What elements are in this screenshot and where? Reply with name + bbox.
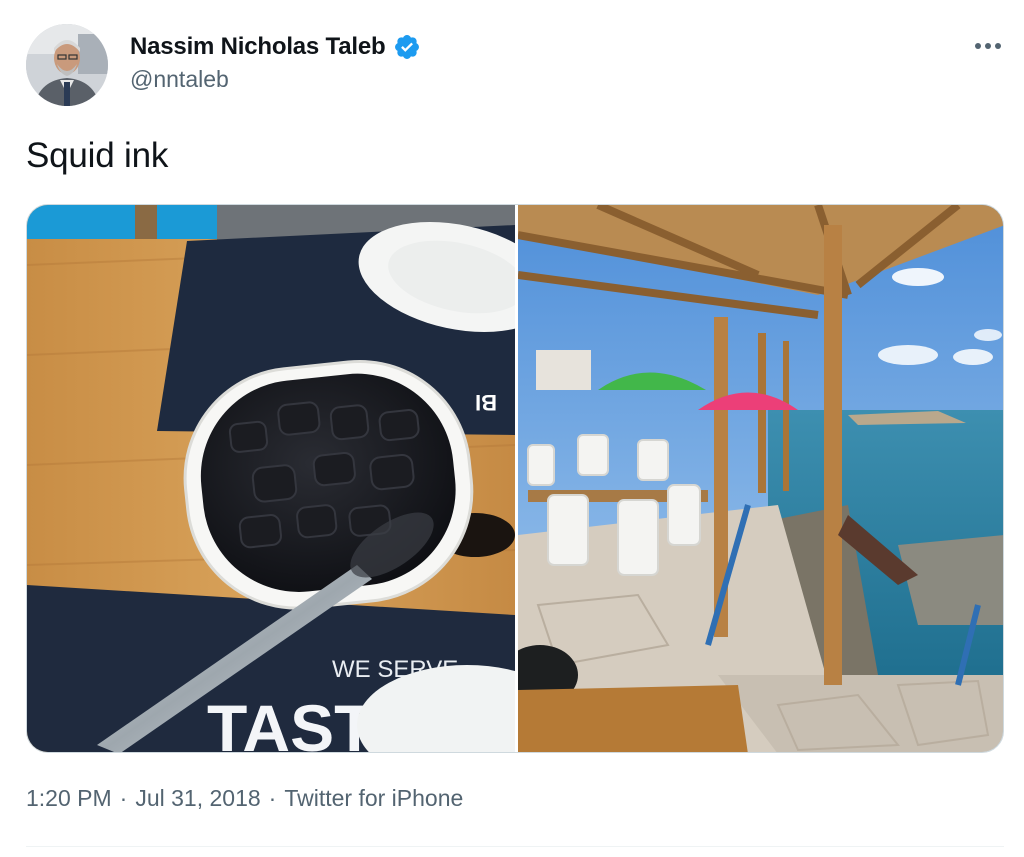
meta-separator: · (268, 785, 277, 811)
avatar[interactable] (26, 24, 108, 106)
photo-squid-ink-dish[interactable]: BI WE SERVE TASTY (27, 205, 515, 752)
tweet-date[interactable]: Jul 31, 2018 (135, 785, 260, 812)
author-handle[interactable]: @nntaleb (130, 66, 421, 93)
verified-badge-icon (393, 33, 421, 61)
tweet-meta: 1:20 PM · Jul 31, 2018 · Twitter for iPh… (26, 785, 463, 812)
tweet-time[interactable]: 1:20 PM (26, 785, 112, 812)
tweet-source[interactable]: Twitter for iPhone (284, 785, 463, 812)
tweet: Nassim Nicholas Taleb @nntaleb Squid ink (0, 0, 1024, 857)
more-dots-icon (975, 43, 1001, 49)
author-block: Nassim Nicholas Taleb @nntaleb (130, 30, 421, 93)
placemat-mirror-text: BI (475, 390, 497, 415)
meta-separator: · (119, 785, 128, 811)
more-options-button[interactable] (962, 26, 1014, 66)
name-row: Nassim Nicholas Taleb (130, 30, 421, 64)
avatar-image (26, 24, 108, 106)
photo-seaside-terrace[interactable] (518, 205, 1003, 752)
tweet-text: Squid ink (26, 136, 169, 175)
divider (26, 846, 1004, 847)
tweet-media: BI WE SERVE TASTY (26, 204, 1004, 753)
author-display-name[interactable]: Nassim Nicholas Taleb (130, 33, 386, 61)
